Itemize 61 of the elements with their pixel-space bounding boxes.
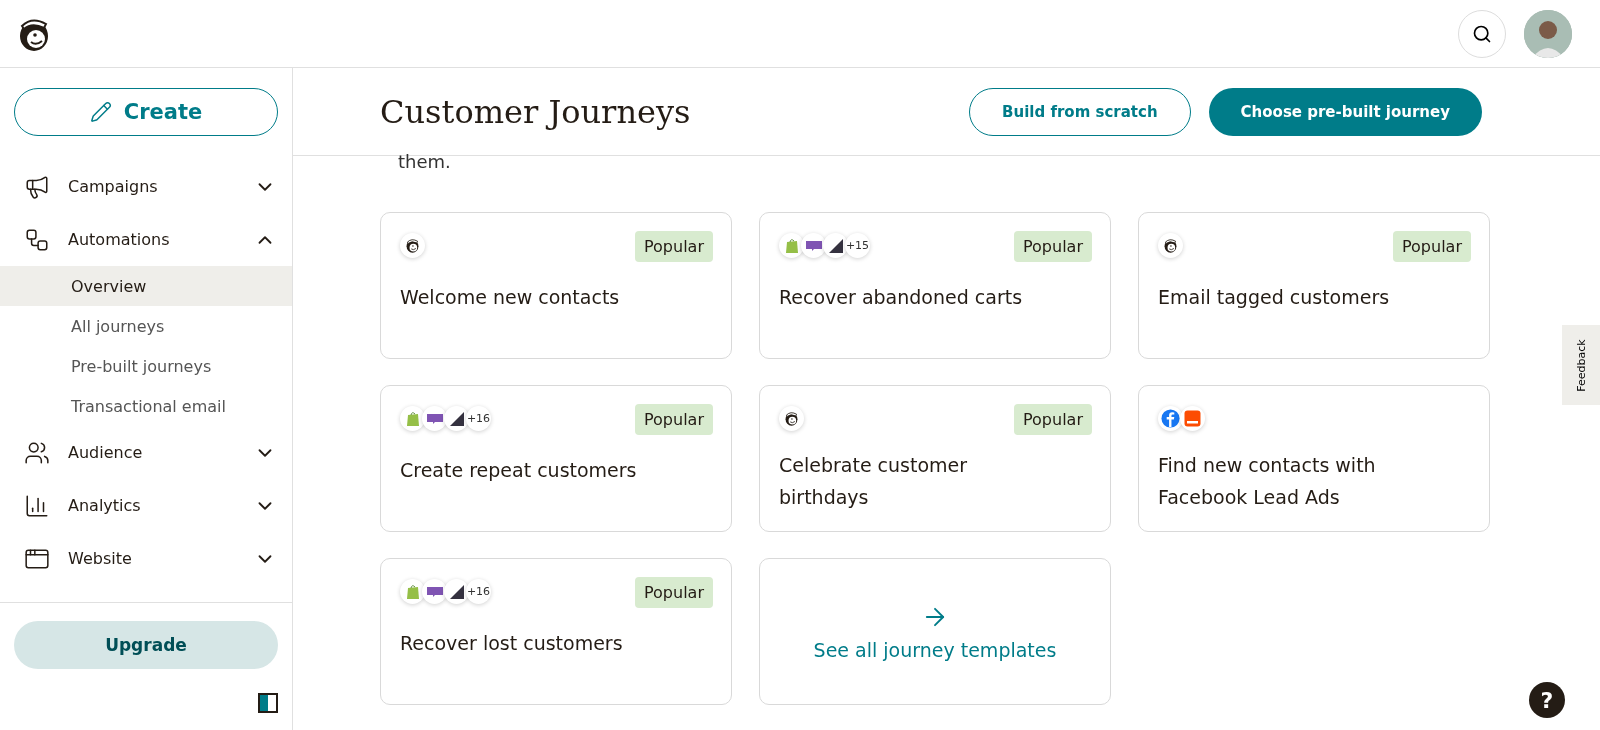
- card-title: Find new contacts with Facebook Lead Ads: [1158, 453, 1377, 510]
- nav-item[interactable]: Audience: [0, 426, 292, 479]
- shopping-bag-icon: [400, 406, 425, 431]
- upgrade-button[interactable]: Upgrade: [14, 621, 278, 669]
- search-icon: [1472, 23, 1492, 44]
- nav-subitem[interactable]: Overview: [0, 266, 292, 306]
- journey-card[interactable]: +16 Popular Recover lost customers: [380, 558, 732, 705]
- shopping-bag-icon: [779, 233, 804, 258]
- nav-subitem[interactable]: Pre-built journeys: [0, 346, 292, 386]
- journey-card[interactable]: +15 Popular Recover abandoned carts: [759, 212, 1111, 359]
- popular-badge: Popular: [635, 404, 713, 435]
- journey-card[interactable]: +16 Popular Create repeat customers: [380, 385, 732, 532]
- nav-label: Analytics: [68, 496, 142, 515]
- shopping-bag-icon: [400, 579, 425, 604]
- journey-card[interactable]: Popular Welcome new contacts: [380, 212, 732, 359]
- journey-card[interactable]: Popular Celebrate customer birthdays: [759, 385, 1111, 532]
- integration-count: +16: [466, 579, 491, 604]
- integration-count: +15: [845, 233, 870, 258]
- nav-label: Audience: [68, 443, 144, 462]
- card-title: Celebrate customer birthdays: [779, 453, 969, 510]
- speech-tag-icon: [422, 579, 447, 604]
- journey-card[interactable]: Find new contacts with Facebook Lead Ads: [1138, 385, 1490, 532]
- nav-item[interactable]: Website: [0, 532, 292, 585]
- avatar[interactable]: [1524, 9, 1572, 58]
- pencil-icon: [89, 101, 112, 123]
- page-title: Customer Journeys: [380, 92, 692, 131]
- card-title: Recover lost customers: [400, 631, 624, 656]
- nav-label: Campaigns: [68, 177, 159, 196]
- nav-subitem[interactable]: All journeys: [0, 306, 292, 346]
- speech-tag-icon: [801, 233, 826, 258]
- search-button[interactable]: [1458, 9, 1506, 58]
- intro-text: them.: [398, 150, 452, 174]
- sidebar-toggle-icon[interactable]: [258, 693, 278, 713]
- workflow-icon: [24, 226, 50, 253]
- create-button[interactable]: Create: [14, 88, 278, 136]
- nav-label: Website: [68, 549, 133, 568]
- nav-label: Automations: [68, 230, 171, 249]
- nav-item[interactable]: Campaigns: [0, 160, 292, 213]
- nav-item[interactable]: Analytics: [0, 479, 292, 532]
- card-title: Welcome new contacts: [400, 285, 621, 310]
- nav-item[interactable]: Automations: [0, 213, 292, 266]
- popular-badge: Popular: [1014, 231, 1092, 262]
- speech-tag-icon: [422, 406, 447, 431]
- facebook-icon: [1158, 406, 1183, 431]
- card-title: Email tagged customers: [1158, 285, 1391, 310]
- popular-badge: Popular: [635, 577, 713, 608]
- popular-badge: Popular: [1393, 231, 1471, 262]
- form-icon: [1180, 406, 1205, 431]
- help-button[interactable]: ?: [1529, 682, 1565, 718]
- card-title: Recover abandoned carts: [779, 285, 1024, 310]
- popular-badge: Popular: [1014, 404, 1092, 435]
- megaphone-icon: [24, 173, 50, 200]
- integration-count: +16: [466, 406, 491, 431]
- choose-journey-button[interactable]: Choose pre-built journey: [1208, 87, 1482, 136]
- build-from-scratch-button[interactable]: Build from scratch: [969, 87, 1191, 136]
- popular-badge: Popular: [635, 231, 713, 262]
- nav-subitem[interactable]: Transactional email: [0, 386, 292, 426]
- card-title: Create repeat customers: [400, 458, 638, 483]
- feedback-tab[interactable]: Feedback: [1562, 325, 1600, 405]
- journey-card[interactable]: Popular Email tagged customers: [1138, 212, 1490, 359]
- see-all-templates-link[interactable]: See all journey templates: [759, 558, 1111, 705]
